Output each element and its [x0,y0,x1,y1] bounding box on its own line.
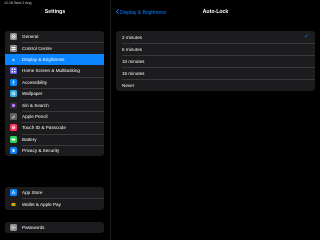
sidebar-item-battery[interactable]: Battery [5,133,104,145]
sidebar-group-passwords: Passwords [5,222,104,234]
app-store-icon [10,189,17,197]
option-label: Never [122,82,135,88]
accessibility-icon [10,78,17,86]
fingerprint-icon [10,124,17,132]
sidebar-item-app-store[interactable]: App Store [5,187,104,198]
sidebar-item-label: Touch ID & Passcode [22,125,66,131]
option-label: 2 minutes [122,34,142,40]
option-15-minutes[interactable]: 15 minutes [116,67,315,79]
sidebar-item-label: Display & Brightness [22,56,65,62]
option-never[interactable]: Never [116,79,315,91]
wallet-icon [10,200,17,208]
sidebar-item-label: Control Centre [22,45,52,51]
sidebar-item-label: Wallpaper [22,91,43,97]
sidebar-item-general[interactable]: General [5,31,104,42]
sidebar-item-privacy-and-security[interactable]: Privacy & Security [5,144,104,156]
sidebar-item-passwords[interactable]: Passwords [5,222,104,233]
sidebar-item-label: Home Screen & Multitasking [22,68,80,74]
sidebar-item-display-and-brightness[interactable]: A Display & Brightness [5,53,104,66]
gear-icon [10,33,17,41]
flower-icon [10,90,17,98]
auto-lock-options: 2 minutes ✓ 5 minutes 10 minutes 15 minutes N… [116,31,315,91]
sidebar-item-wallpaper[interactable]: Wallpaper [5,87,104,99]
page-title: Auto-Lock [202,9,229,15]
sidebar-item-label: Passwords [22,225,45,231]
option-label: 10 minutes [122,58,145,64]
option-2-minutes[interactable]: 2 minutes ✓ [116,31,315,43]
sidebar-item-label: App Store [22,190,43,196]
sidebar-title: Settings [44,9,66,15]
sidebar-item-apple-pencil[interactable]: Apple Pencil [5,110,104,122]
detail-pane: Display & Brightness Auto-Lock 2 minutes… [111,0,320,240]
sidebar-item-label: Apple Pencil [22,113,48,119]
option-5-minutes[interactable]: 5 minutes [116,43,315,55]
sidebar-item-label: Privacy & Security [22,148,60,154]
battery-icon [10,135,17,143]
sidebar-group-store: App Store Wallet & Apple Pay [5,187,104,210]
sidebar-item-wallet-and-apple-pay[interactable]: Wallet & Apple Pay [5,198,104,209]
toggles-icon [10,44,17,52]
sidebar-item-siri-and-search[interactable]: Siri & Search [5,99,104,110]
sidebar-item-label: Accessibility [22,79,48,85]
sidebar-item-home-screen-and-multitasking[interactable]: Home Screen & Multitasking [5,65,104,76]
option-10-minutes[interactable]: 10 minutes [116,55,315,67]
sidebar-item-control-centre[interactable]: Control Centre [5,42,104,53]
sidebar-item-label: Siri & Search [22,102,49,108]
checkmark-icon: ✓ [303,34,309,40]
settings-sidebar: 12:18 Wed 2 Aug Settings General Control … [0,0,111,240]
svg-text:A: A [12,58,15,62]
sidebar-item-label: Battery [22,136,37,142]
option-label: 5 minutes [122,46,142,52]
key-icon [10,224,17,232]
grid-icon [10,67,17,75]
pencil-icon [10,112,17,120]
sidebar-item-touch-id-and-passcode[interactable]: Touch ID & Passcode [5,122,104,133]
option-label: 15 minutes [122,70,145,76]
sidebar-item-accessibility[interactable]: Accessibility [5,76,104,88]
sidebar-item-label: General [22,34,39,40]
aa-icon: A [10,55,17,63]
sidebar-group-main: General Control Centre A Display & Brightne… [5,31,104,157]
sidebar-item-label: Wallet & Apple Pay [22,201,61,207]
hand-icon [10,147,17,155]
siri-icon [10,101,17,109]
status-bar-time: 12:18 Wed 2 Aug [4,1,32,5]
